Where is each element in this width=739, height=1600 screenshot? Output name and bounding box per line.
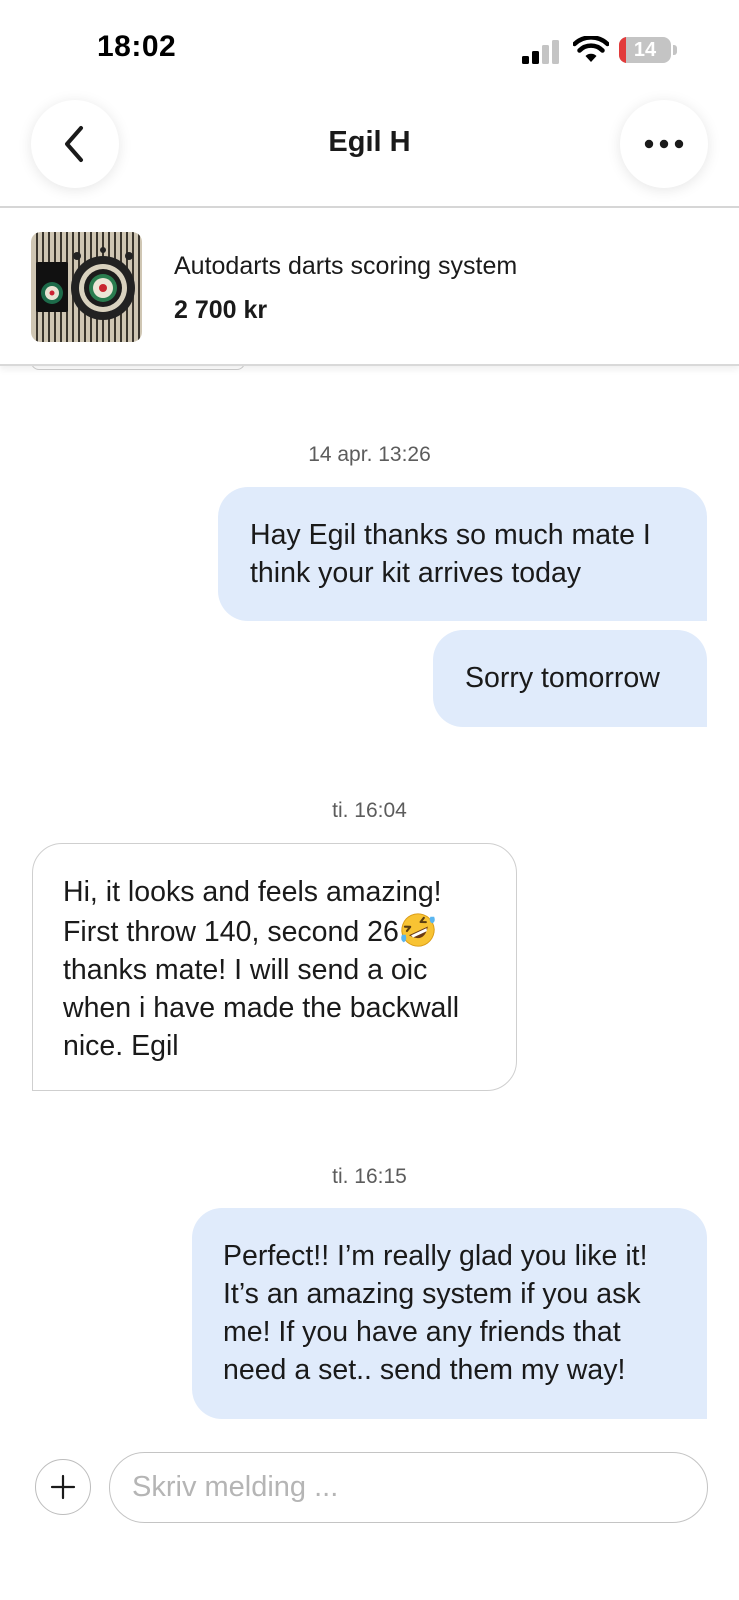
listing-price: 2 700 kr bbox=[174, 296, 268, 324]
status-time: 18:02 bbox=[97, 30, 177, 63]
back-button[interactable] bbox=[31, 100, 119, 188]
status-bar: 18:02 14 bbox=[0, 0, 739, 92]
message-incoming[interactable]: Hi, it looks and feels amazing! First th… bbox=[32, 843, 517, 1091]
plus-icon bbox=[50, 1474, 76, 1500]
message-line: It’s an amazing system if you ask bbox=[223, 1278, 641, 1310]
rolling-laughing-emoji-icon bbox=[401, 913, 435, 947]
signal-icon bbox=[522, 40, 559, 64]
timestamp: 14 apr. 13:26 bbox=[308, 443, 431, 466]
chat-header: Egil H bbox=[0, 92, 739, 208]
message-line: Sorry tomorrow bbox=[465, 662, 660, 694]
message-line: when i have made the backwall bbox=[63, 992, 460, 1024]
more-horizontal-icon bbox=[644, 139, 684, 149]
message-outgoing[interactable]: Sorry tomorrow bbox=[433, 630, 707, 727]
add-attachment-button[interactable] bbox=[35, 1459, 91, 1515]
listing-title: Autodarts darts scoring system bbox=[174, 252, 518, 280]
wifi-icon bbox=[573, 36, 609, 62]
message-line: thanks mate! I will send a oic bbox=[63, 954, 428, 986]
message-input[interactable] bbox=[132, 1453, 692, 1521]
message-line: need a set.. send them my way! bbox=[223, 1354, 626, 1386]
battery-level: 14 bbox=[633, 39, 657, 61]
message-line: nice. Egil bbox=[63, 1030, 179, 1062]
message-line: Hi, it looks and feels amazing! bbox=[63, 876, 442, 908]
message-line: me! If you have any friends that bbox=[223, 1316, 621, 1348]
battery-icon: 14 bbox=[619, 37, 671, 63]
message-line: Hay Egil thanks so much mate I bbox=[250, 519, 651, 551]
message-outgoing[interactable]: Perfect!! I’m really glad you like it! I… bbox=[192, 1208, 707, 1419]
timestamp: ti. 16:15 bbox=[332, 1165, 407, 1188]
listing-thumbnail[interactable] bbox=[31, 232, 142, 342]
listing-summary[interactable]: Autodarts darts scoring system 2 700 kr bbox=[0, 208, 739, 366]
chevron-left-icon bbox=[65, 126, 83, 162]
message-composer[interactable] bbox=[109, 1452, 708, 1523]
more-options-button[interactable] bbox=[620, 100, 708, 188]
battery-cap bbox=[673, 45, 677, 55]
timestamp: ti. 16:04 bbox=[332, 799, 407, 822]
message-outgoing[interactable]: Hay Egil thanks so much mate I think you… bbox=[218, 487, 707, 621]
message-line: First throw 140, second 26 bbox=[63, 916, 399, 948]
message-line: Perfect!! I’m really glad you like it! bbox=[223, 1240, 648, 1272]
message-line: think your kit arrives today bbox=[250, 557, 582, 589]
